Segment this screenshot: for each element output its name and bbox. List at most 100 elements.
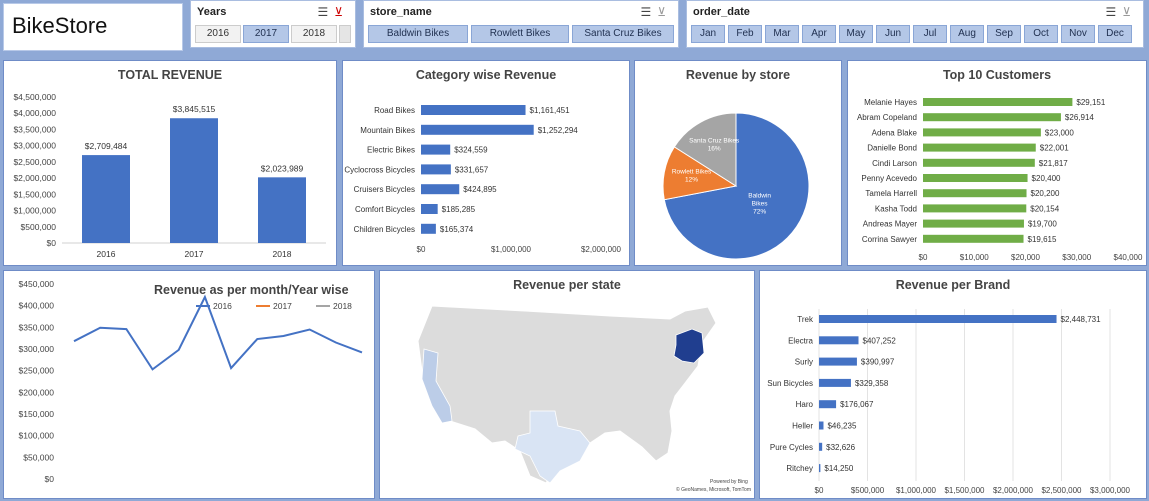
bar — [923, 174, 1028, 182]
bar — [82, 155, 130, 243]
store-slicer: store_name ☰⊻ Baldwin Bikes Rowlett Bike… — [363, 0, 679, 48]
y-tick-label: $1,000,000 — [13, 206, 56, 216]
data-label: $2,709,484 — [85, 141, 128, 151]
category-label: Road Bikes — [374, 106, 415, 115]
clear-filter-icon[interactable]: ⊻ — [334, 5, 349, 19]
y-tick-label: $150,000 — [19, 409, 55, 419]
y-tick-label: $3,500,000 — [13, 124, 56, 134]
top-customers-panel: Top 10 Customers $0 $10,000 $20,000 $30,000… — [847, 60, 1147, 266]
bar — [421, 144, 451, 155]
store-rowlett-button[interactable]: Rowlett Bikes — [471, 25, 569, 43]
store-santacruz-button[interactable]: Santa Cruz Bikes — [572, 25, 674, 43]
year-blank-button[interactable] — [339, 25, 351, 43]
data-label: $46,235 — [827, 422, 856, 431]
multi-select-icon[interactable]: ☰ — [640, 5, 657, 19]
category-label: Heller — [792, 422, 813, 431]
pie-label: Bikes — [752, 201, 769, 208]
month-feb-button[interactable]: Feb — [728, 25, 762, 43]
year-2016-button[interactable]: 2016 — [195, 25, 241, 43]
bar — [819, 357, 857, 366]
x-tick-label: 2016 — [97, 249, 116, 259]
multi-select-icon[interactable]: ☰ — [317, 5, 334, 19]
month-sep-button[interactable]: Sep — [987, 25, 1021, 43]
category-label: Penny Acevedo — [861, 174, 917, 183]
x-tick-label: 2017 — [185, 249, 204, 259]
data-label: $20,200 — [1031, 189, 1060, 198]
category-label: Cyclocross Bicycles — [344, 165, 415, 174]
category-label: Mountain Bikes — [360, 126, 415, 135]
month-may-button[interactable]: May — [839, 25, 873, 43]
x-tick-label: $2,500,000 — [1041, 486, 1082, 495]
data-label: $324,559 — [454, 146, 488, 155]
month-aug-button[interactable]: Aug — [950, 25, 984, 43]
bar — [819, 378, 851, 387]
map-credit-1: Powered by Bing — [710, 479, 748, 485]
bar — [421, 223, 436, 234]
category-label: Andreas Mayer — [863, 220, 918, 229]
bar — [421, 124, 534, 135]
bar — [923, 113, 1061, 122]
category-label: Kasha Todd — [875, 204, 917, 213]
year-2017-button[interactable]: 2017 — [243, 25, 289, 43]
bar — [923, 143, 1036, 152]
month-nov-button[interactable]: Nov — [1061, 25, 1095, 43]
clear-filter-icon[interactable]: ⊻ — [1122, 5, 1137, 19]
category-revenue-chart: $0 $1,000,000 $2,000,000 Road Bikes $1,161,4… — [344, 105, 622, 254]
month-oct-button[interactable]: Oct — [1024, 25, 1058, 43]
data-label: $3,845,515 — [173, 104, 216, 114]
year-2018-button[interactable]: 2018 — [291, 25, 337, 43]
multi-select-icon[interactable]: ☰ — [1105, 5, 1122, 19]
category-label: Sun Bicycles — [767, 379, 813, 388]
brand-revenue-panel: Revenue per Brand $0 $500,000 $1,000,000 $1… — [759, 270, 1147, 499]
data-label: $2,448,731 — [1061, 315, 1102, 324]
category-label: Adena Blake — [872, 128, 918, 137]
clear-filter-icon[interactable]: ⊻ — [657, 5, 672, 19]
data-label: $29,151 — [1076, 98, 1105, 107]
pie-label: Rowlett Bikes — [672, 169, 712, 176]
pie-label: Santa Cruz Bikes — [689, 137, 740, 144]
bar — [923, 219, 1024, 228]
month-apr-button[interactable]: Apr — [802, 25, 836, 43]
y-tick-label: $350,000 — [19, 322, 55, 332]
y-tick-label: $3,000,000 — [13, 141, 56, 151]
x-tick-label: $2,000,000 — [993, 486, 1034, 495]
us-map: Powered by Bing © GeoNames, Microsoft, T… — [417, 305, 751, 493]
x-tick-label: $2,000,000 — [581, 245, 622, 254]
category-label: Children Bicycles — [354, 225, 415, 234]
data-label: $390,997 — [861, 358, 895, 367]
x-tick-label: $0 — [815, 486, 824, 495]
data-label: $23,000 — [1045, 128, 1074, 137]
new-york-shape — [673, 328, 705, 364]
data-label: $20,400 — [1032, 174, 1061, 183]
month-jul-button[interactable]: Jul — [913, 25, 947, 43]
bar — [170, 118, 218, 243]
y-tick-label: $4,000,000 — [13, 108, 56, 118]
bar — [923, 128, 1041, 137]
data-label: $176,067 — [840, 400, 874, 409]
data-label: $21,817 — [1039, 159, 1068, 168]
bar — [923, 158, 1035, 167]
category-label: Pure Cycles — [770, 443, 813, 452]
month-jan-button[interactable]: Jan — [691, 25, 725, 43]
month-dec-button[interactable]: Dec — [1098, 25, 1132, 43]
y-tick-label: $500,000 — [21, 222, 57, 232]
category-label: Abram Copeland — [857, 113, 917, 122]
map-credit-2: © GeoNames, Microsoft, TomTom — [676, 486, 751, 493]
store-slicer-title: store_name — [370, 6, 432, 18]
month-mar-button[interactable]: Mar — [765, 25, 799, 43]
legend-label: 2017 — [273, 301, 292, 311]
x-tick-label: $1,500,000 — [944, 486, 985, 495]
category-label: Danielle Bond — [867, 144, 917, 153]
category-revenue-panel: Category wise Revenue $0 $1,000,000 $2,000… — [342, 60, 630, 266]
y-tick-label: $0 — [47, 238, 57, 248]
pie-label: Baldwin — [748, 193, 771, 200]
years-slicer-title: Years — [197, 6, 227, 18]
data-label: $165,374 — [440, 225, 474, 234]
years-slicer: Years ☰⊻ 2016 2017 2018 — [190, 0, 356, 48]
data-label: $19,700 — [1028, 220, 1057, 229]
top-customers-chart: $0 $10,000 $20,000 $30,000 $40,000 Melanie Ha… — [857, 98, 1143, 262]
month-jun-button[interactable]: Jun — [876, 25, 910, 43]
store-baldwin-button[interactable]: Baldwin Bikes — [368, 25, 468, 43]
x-tick-label: $0 — [919, 253, 928, 262]
category-label: Electric Bikes — [367, 146, 415, 155]
